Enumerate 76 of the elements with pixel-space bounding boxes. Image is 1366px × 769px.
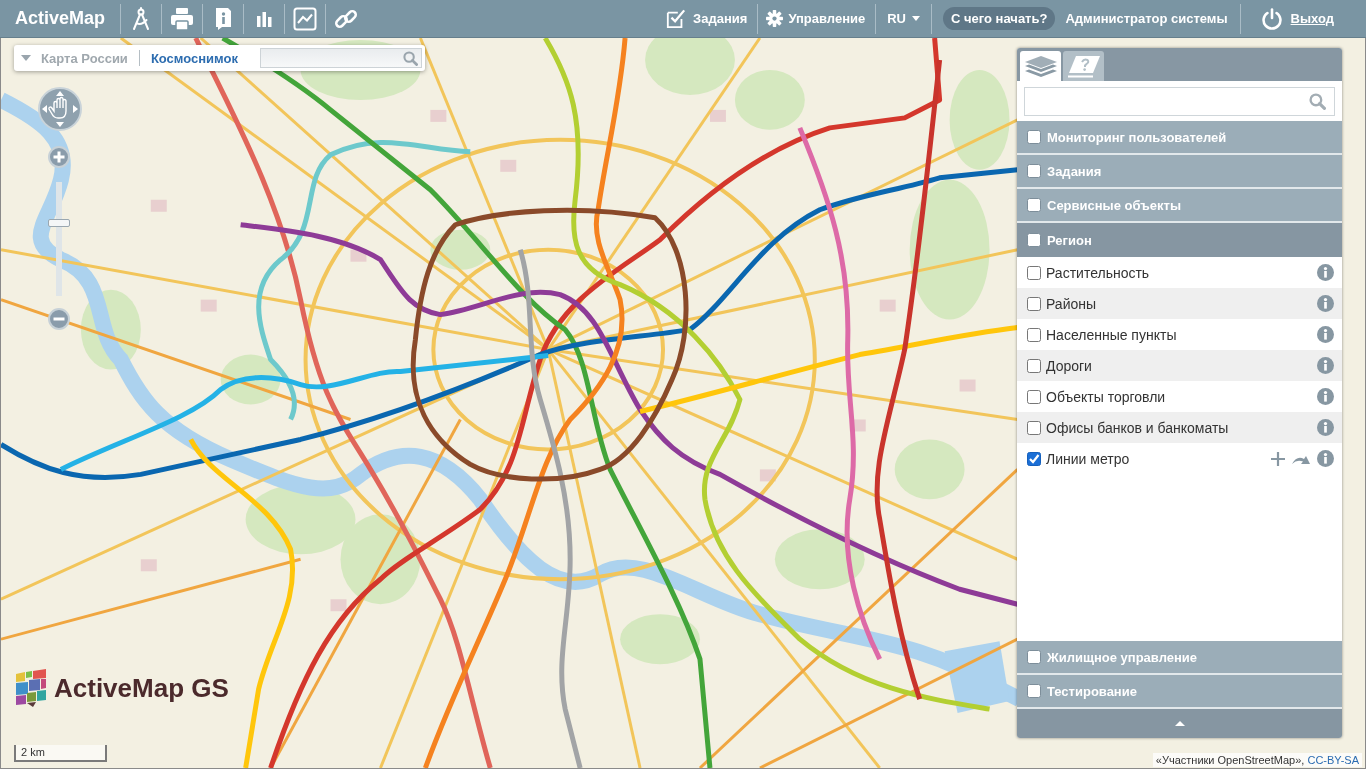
check-square-icon <box>666 8 687 29</box>
info-icon[interactable] <box>1317 450 1334 467</box>
park-area <box>430 229 491 270</box>
pan-hand-icon[interactable] <box>38 87 82 131</box>
park-area <box>734 69 805 130</box>
tasks-menu[interactable]: Задания <box>658 3 758 34</box>
logout-button[interactable]: Выход <box>1240 3 1366 34</box>
layer-group-name: Регион <box>1047 232 1092 248</box>
checkbox[interactable] <box>1027 650 1041 664</box>
layer-group-header[interactable]: Регион <box>1017 223 1342 257</box>
line-chart-icon[interactable] <box>293 6 318 31</box>
checkbox[interactable] <box>1027 198 1041 212</box>
checkbox[interactable] <box>1027 130 1041 144</box>
layer-group-name: Мониторинг пользователей <box>1047 129 1227 145</box>
scale-bar: 2 km <box>14 745 107 762</box>
layers-tab[interactable] <box>1020 51 1061 81</box>
plus-icon[interactable] <box>1271 451 1285 466</box>
park-area <box>894 439 965 500</box>
checkbox[interactable] <box>1027 420 1041 435</box>
park-area <box>220 354 281 405</box>
search-field[interactable] <box>1024 87 1335 116</box>
info-icon[interactable] <box>1317 326 1334 343</box>
layer-name: Офисы банков и банкоматы <box>1046 419 1229 436</box>
layer-group-header[interactable]: Задания <box>1017 155 1342 189</box>
checkbox[interactable] <box>1027 233 1041 247</box>
layer-group-name: Задания <box>1047 163 1102 179</box>
layer-name: Объекты торговли <box>1046 388 1166 405</box>
layer-name: Растительность <box>1046 264 1150 281</box>
search-field[interactable] <box>260 48 422 68</box>
checkbox[interactable] <box>1027 327 1041 342</box>
info-icon[interactable] <box>1317 419 1334 436</box>
info-icon[interactable] <box>1317 264 1334 281</box>
help-sheet-icon <box>1066 54 1101 78</box>
caret-down-icon[interactable] <box>21 55 31 61</box>
layer-group-header[interactable]: Тестирование <box>1017 675 1342 709</box>
layer-group-header[interactable]: Сервисные объекты <box>1017 189 1342 223</box>
layer-group-name: Тестирование <box>1047 683 1137 699</box>
checkbox[interactable] <box>1027 451 1041 466</box>
checkbox[interactable] <box>1027 358 1041 373</box>
attribution-text: «Участники OpenStreetMap», CC-BY-SA <box>1152 753 1362 767</box>
printer-icon[interactable] <box>170 6 195 31</box>
layer-name: Районы <box>1046 295 1097 312</box>
map-layer-option[interactable]: Космоснимок <box>150 50 238 66</box>
checkbox[interactable] <box>1027 684 1041 698</box>
logo-icon <box>14 668 48 708</box>
layer-group-header[interactable]: Жилищное управление <box>1017 641 1342 675</box>
search-icon[interactable] <box>1309 93 1326 110</box>
layer-name: Дороги <box>1046 357 1092 374</box>
checkbox[interactable] <box>1027 265 1041 280</box>
power-icon <box>1260 7 1283 30</box>
info-icon[interactable] <box>1317 388 1334 405</box>
logo-text: ActiveMap GS <box>54 672 229 704</box>
help-tab[interactable] <box>1063 51 1104 81</box>
zoom-slider-thumb[interactable] <box>48 219 70 227</box>
layer-group-header[interactable]: Мониторинг пользователей <box>1017 121 1342 155</box>
license-link[interactable]: CC-BY-SA <box>1307 754 1359 766</box>
checkbox[interactable] <box>1027 164 1041 178</box>
user-name[interactable]: Администратор системы <box>1065 11 1228 26</box>
app-logo: ActiveMap <box>14 8 107 29</box>
layers-icon <box>1023 54 1058 78</box>
checkbox[interactable] <box>1027 389 1041 404</box>
checkbox[interactable] <box>1027 296 1041 311</box>
search-icon[interactable] <box>403 50 418 66</box>
settings-menu[interactable]: Управление <box>758 3 876 34</box>
help-button[interactable]: С чего начать? <box>943 7 1056 30</box>
gear-icon <box>766 10 784 27</box>
info-icon[interactable] <box>1317 357 1334 374</box>
caret-up-icon <box>1174 721 1185 726</box>
map-layer-option[interactable]: Карта России <box>41 50 128 66</box>
language-menu[interactable]: RU <box>876 3 931 34</box>
layer-group-name: Жилищное управление <box>1047 649 1198 665</box>
layer-group-name: Сервисные объекты <box>1047 197 1182 213</box>
caret-down-icon <box>912 16 920 21</box>
layer-name: Населенные пункты <box>1046 326 1177 343</box>
info-icon[interactable] <box>1317 295 1334 312</box>
layer-name: Линии метро <box>1046 450 1130 467</box>
